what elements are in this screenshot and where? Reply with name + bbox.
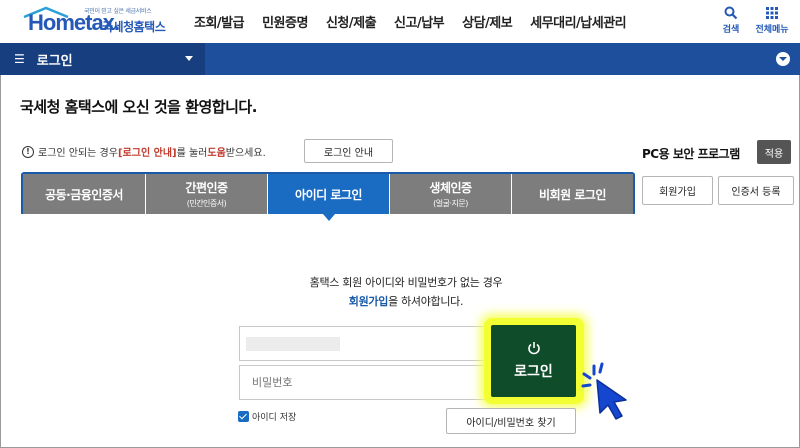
help-highlight-guide: [로그인 안내] <box>117 148 177 159</box>
login-notice-line1: 홈택스 회원 아이디와 비밀번호가 없는 경우 <box>309 276 503 289</box>
hometax-logo[interactable]: 국민이 믿고 싶은 세금서비스 Hometax. 국세청홈택스 <box>22 6 172 40</box>
tab-id-login[interactable]: 아이디 로그인 <box>268 174 390 221</box>
login-guide-button[interactable]: 로그인 안내 <box>304 139 393 163</box>
warning-icon: ! <box>22 145 34 158</box>
apply-security-button[interactable]: 적용 <box>757 140 791 164</box>
location-dropdown[interactable]: ☰ 로그인 <box>0 43 205 75</box>
tab-label: 공동·금융인증서 <box>45 187 123 202</box>
caret-down-icon <box>185 56 193 61</box>
tab-label: 간편인증 <box>185 181 228 195</box>
tab-sublabel: (민간인증서) <box>186 199 227 208</box>
power-icon <box>527 342 540 355</box>
grid-menu-icon <box>766 7 778 19</box>
help-text-after: 받으세요. <box>225 148 266 159</box>
sign-up-link[interactable]: 회원가입 <box>349 295 389 308</box>
logo-subtitle: 국세청홈택스 <box>102 20 166 34</box>
tab-sublabel: (얼굴·지문) <box>433 199 468 208</box>
page-title: 국세청 홈택스에 오신 것을 환영합니다. <box>20 98 257 116</box>
sign-up-button[interactable]: 회원가입 <box>642 176 713 205</box>
login-help-text: ! 로그인 안되는 경우 [로그인 안내] 를 눌러 도움 받으세요. <box>22 144 266 159</box>
notice-rest: 을 하셔야합니다. <box>388 295 464 308</box>
find-id-password-button[interactable]: 아이디/비밀번호 찾기 <box>446 408 576 434</box>
id-masked-value <box>246 337 340 351</box>
location-label: 로그인 <box>36 53 73 69</box>
login-notice-line2: 회원가입을 하셔야합니다. <box>6 293 800 309</box>
tab-label: 비회원 로그인 <box>539 187 606 202</box>
login-method-tabs: 공동·금융인증서 간편인증 (민간인증서) 아이디 로그인 생체인증 (얼굴·지… <box>21 172 635 221</box>
hamburger-icon: ☰ <box>14 52 25 66</box>
search-button[interactable]: 검색 <box>720 6 742 35</box>
password-input[interactable] <box>239 365 487 400</box>
search-label: 검색 <box>722 25 740 35</box>
save-id-checkbox[interactable]: 아이디 저장 <box>238 410 296 423</box>
nav-item-filing[interactable]: 신고/납부 <box>385 12 453 31</box>
tab-biometric[interactable]: 생체인증 (얼굴·지문) <box>390 174 512 214</box>
pc-security-label: PC용 보안 프로그램 <box>642 147 740 161</box>
login-button-label: 로그인 <box>514 364 553 380</box>
tab-simple-auth[interactable]: 간편인증 (민간인증서) <box>146 174 268 214</box>
all-menu-label: 전체메뉴 <box>755 25 789 35</box>
tab-guest-login[interactable]: 비회원 로그인 <box>512 174 633 214</box>
checkbox-checked-icon <box>238 411 249 422</box>
nav-item-inquiry[interactable]: 조회/발급 <box>194 12 253 31</box>
help-text-mid: 를 눌러 <box>176 148 208 159</box>
tab-label: 생체인증 <box>429 181 472 195</box>
nav-item-consultation[interactable]: 상담/제보 <box>453 12 521 31</box>
tab-certificate[interactable]: 공동·금융인증서 <box>23 174 146 214</box>
header: 국민이 믿고 싶은 세금서비스 Hometax. 국세청홈택스 조회/발급 민원… <box>0 0 800 43</box>
click-cursor-icon <box>581 362 627 420</box>
user-id-input[interactable] <box>239 326 487 361</box>
help-highlight-help: 도움 <box>207 148 226 159</box>
main-nav: 조회/발급 민원증명 신청/제출 신고/납부 상담/제보 세무대리/납세관리 <box>194 12 635 31</box>
help-text-before: 로그인 안되는 경우 <box>38 148 118 159</box>
search-icon <box>724 6 738 20</box>
nav-item-tax-agent[interactable]: 세무대리/납세관리 <box>521 12 635 31</box>
login-button[interactable]: 로그인 <box>491 325 576 397</box>
location-bar: ☰ 로그인 <box>0 43 800 75</box>
all-menu-button[interactable]: 전체메뉴 <box>752 6 792 35</box>
register-certificate-button[interactable]: 인증서 등록 <box>718 176 794 205</box>
save-id-label: 아이디 저장 <box>252 413 297 423</box>
tab-label: 아이디 로그인 <box>295 187 362 202</box>
expand-circle-icon[interactable] <box>776 52 790 66</box>
nav-item-certificates[interactable]: 민원증명 <box>253 12 317 31</box>
nav-item-applications[interactable]: 신청/제출 <box>317 12 385 31</box>
